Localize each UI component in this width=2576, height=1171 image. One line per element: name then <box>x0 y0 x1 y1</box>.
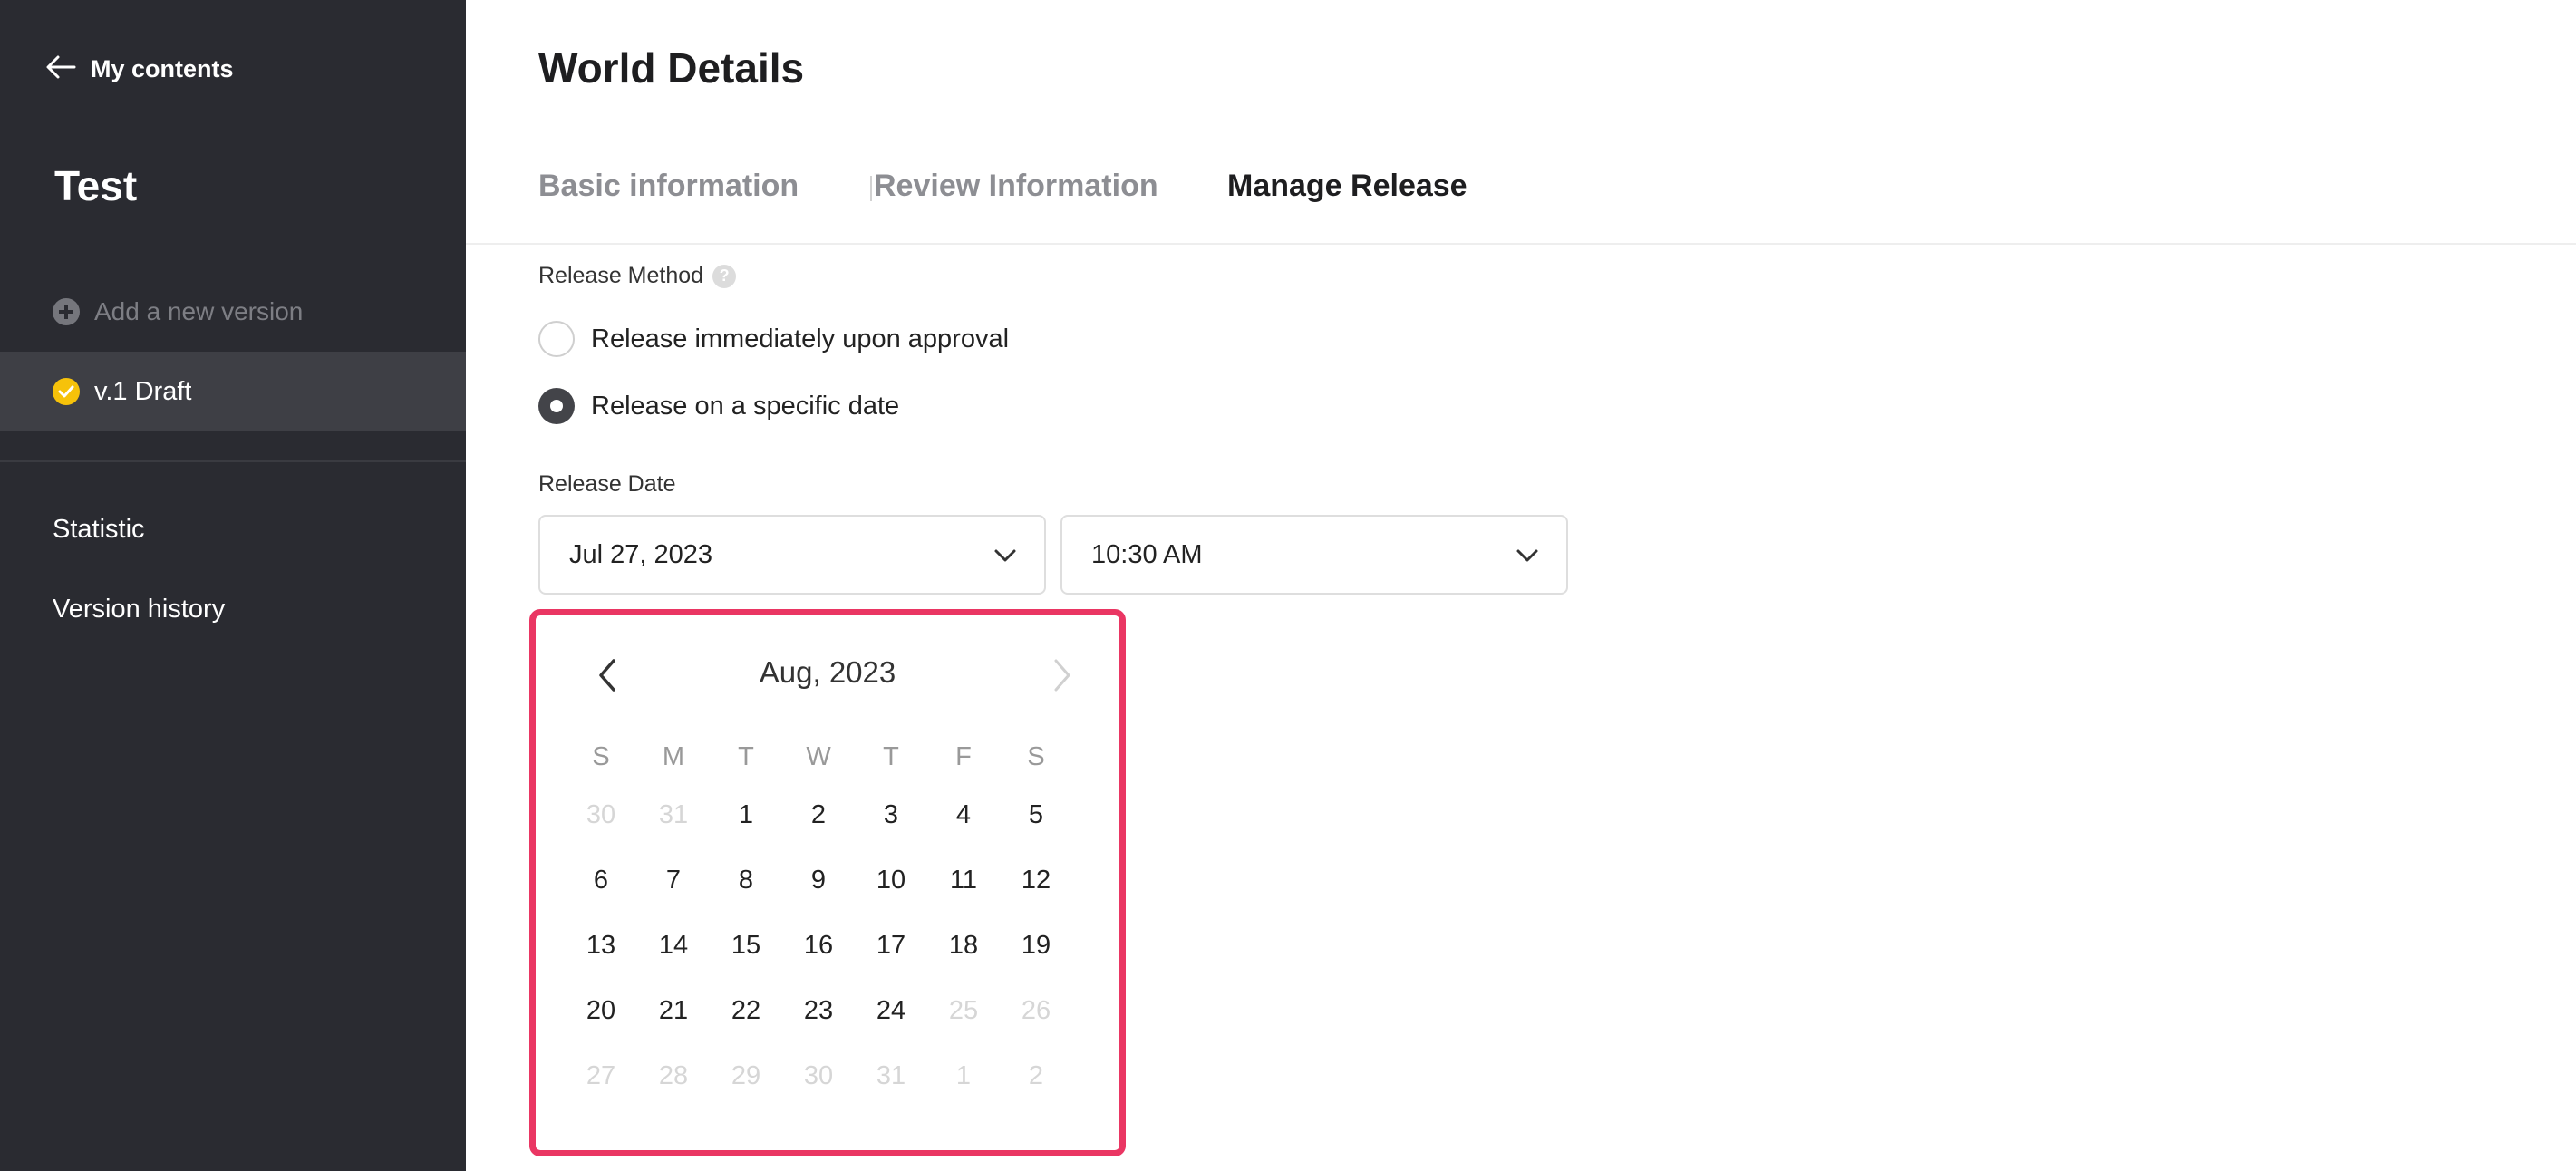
calendar-day-outside: 2 <box>1028 1061 1044 1090</box>
check-circle-icon <box>53 378 80 405</box>
add-version-label: Add a new version <box>94 297 304 325</box>
calendar-day[interactable]: 24 <box>855 996 927 1026</box>
sidebar-divider <box>0 460 466 462</box>
calendar-month-label: Aug, 2023 <box>759 655 896 689</box>
sidebar-item-version-history[interactable]: Version history <box>53 595 225 624</box>
time-select[interactable]: 10:30 AM <box>1060 515 1568 595</box>
page-title: World Details <box>538 44 805 92</box>
add-version-button[interactable]: Add a new version <box>53 294 303 330</box>
calendar-day-outside: 26 <box>1021 996 1051 1025</box>
calendar-day[interactable]: 22 <box>710 996 782 1026</box>
tab-basic-information[interactable]: Basic information <box>538 169 799 204</box>
sidebar-item-statistic[interactable]: Statistic <box>53 515 145 545</box>
calendar-day[interactable]: 23 <box>782 996 855 1026</box>
tab-separator <box>870 176 872 201</box>
weekday-header: T <box>883 742 899 771</box>
calendar-day-outside: 28 <box>658 1061 689 1090</box>
tab-manage-release[interactable]: Manage Release <box>1227 169 1467 204</box>
calendar-day[interactable]: 5 <box>1000 800 1072 830</box>
calendar-day[interactable]: 14 <box>637 931 710 961</box>
plus-circle-icon <box>53 298 80 325</box>
calendar-day[interactable]: 10 <box>855 866 927 895</box>
sidebar-item-version-draft[interactable]: v.1 Draft <box>0 352 466 431</box>
calendar-day[interactable]: 1 <box>710 800 782 830</box>
calendar-day[interactable]: 18 <box>927 931 1000 961</box>
calendar-day-outside: 25 <box>948 996 979 1025</box>
header-divider <box>466 243 2576 245</box>
weekday-header: W <box>806 742 831 771</box>
calendar-day[interactable]: 6 <box>565 866 637 895</box>
radio-button-unchecked[interactable] <box>538 321 575 357</box>
date-value: Jul 27, 2023 <box>569 539 713 569</box>
calendar-day-outside: 30 <box>803 1061 834 1090</box>
question-icon[interactable]: ? <box>712 264 737 288</box>
radio-release-specific-date[interactable]: Release on a specific date <box>538 388 899 424</box>
calendar-day[interactable]: 13 <box>565 931 637 961</box>
tab-review-information[interactable]: Review Information <box>874 169 1158 204</box>
release-date-label-text: Release Date <box>538 471 676 497</box>
date-picker-calendar: Aug, 2023 S M T W T F S 30 31 1 2 3 4 5 6 7 8 9 10 11 12 13 14… <box>529 609 1126 1156</box>
chevron-down-icon <box>1516 540 1539 570</box>
release-date-label: Release Date <box>538 471 675 498</box>
weekday-header: F <box>955 742 972 771</box>
calendar-day[interactable]: 4 <box>927 800 1000 830</box>
calendar-day[interactable]: 8 <box>710 866 782 895</box>
release-method-label-row: Release Method ? <box>538 263 737 289</box>
time-value: 10:30 AM <box>1091 539 1203 569</box>
calendar-day-outside: 31 <box>658 800 689 829</box>
radio-label: Release immediately upon approval <box>591 324 1010 353</box>
calendar-day[interactable]: 17 <box>855 931 927 961</box>
next-month-button[interactable] <box>1041 653 1085 697</box>
radio-label: Release on a specific date <box>591 391 900 421</box>
calendar-day-outside: 31 <box>876 1061 906 1090</box>
weekday-header: S <box>592 742 610 771</box>
weekday-header: S <box>1027 742 1045 771</box>
calendar-day-outside: 30 <box>586 800 616 829</box>
calendar-day[interactable]: 11 <box>927 866 1000 895</box>
weekday-header: M <box>662 742 685 771</box>
calendar-day[interactable]: 7 <box>637 866 710 895</box>
calendar-day[interactable]: 9 <box>782 866 855 895</box>
project-title: Test <box>54 162 138 209</box>
calendar-day[interactable]: 20 <box>565 996 637 1026</box>
calendar-day[interactable]: 12 <box>1000 866 1072 895</box>
chevron-down-icon <box>993 540 1017 570</box>
back-link-label: My contents <box>91 54 234 82</box>
sidebar: My contents Test Add a new version v.1 D… <box>0 0 466 1171</box>
release-method-label: Release Method <box>538 263 704 288</box>
date-select[interactable]: Jul 27, 2023 <box>538 515 1046 595</box>
version-label: v.1 Draft <box>94 376 192 406</box>
calendar-day-outside: 1 <box>955 1061 972 1090</box>
calendar-day[interactable]: 15 <box>710 931 782 961</box>
calendar-day[interactable]: 2 <box>782 800 855 830</box>
radio-release-immediately[interactable]: Release immediately upon approval <box>538 321 1009 357</box>
calendar-day-outside: 27 <box>586 1061 616 1090</box>
radio-button-checked[interactable] <box>538 388 575 424</box>
chevron-right-icon <box>1054 659 1070 692</box>
calendar-day[interactable]: 3 <box>855 800 927 830</box>
calendar-day[interactable]: 19 <box>1000 931 1072 961</box>
calendar-day[interactable]: 21 <box>637 996 710 1026</box>
calendar-day[interactable]: 16 <box>782 931 855 961</box>
calendar-day-outside: 29 <box>731 1061 761 1090</box>
weekday-header: T <box>738 742 754 771</box>
arrow-left-icon <box>45 54 76 84</box>
back-to-my-contents-link[interactable]: My contents <box>45 51 234 87</box>
